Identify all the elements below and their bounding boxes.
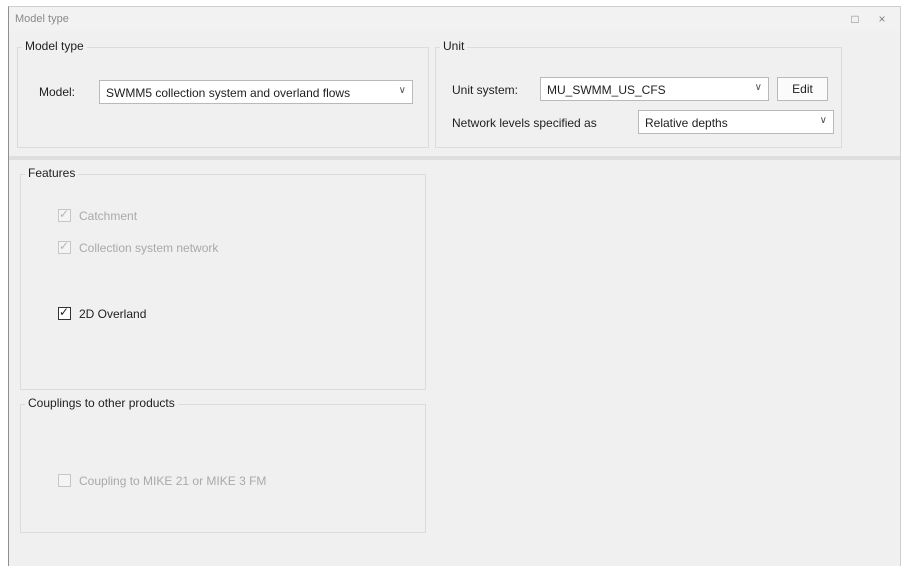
chevron-down-icon: ∨ bbox=[819, 115, 827, 126]
features-legend: Features bbox=[25, 166, 79, 180]
model-type-panel: Model type □ × Model type Model: SWMM5 c… bbox=[8, 6, 901, 566]
model-select[interactable]: SWMM5 collection system and overland flo… bbox=[99, 80, 413, 104]
2d-overland-label: 2D Overland bbox=[79, 307, 147, 321]
features-group: Features ✓ Catchment ✓ Collection system… bbox=[20, 166, 426, 390]
model-select-value: SWMM5 collection system and overland flo… bbox=[106, 86, 351, 100]
separator bbox=[9, 156, 900, 160]
checkmark-icon: ✓ bbox=[59, 239, 70, 253]
unit-group: Unit Unit system: MU_SWMM_US_CFS ∨ Edit … bbox=[435, 39, 842, 148]
coupling-mike-checkbox[interactable] bbox=[58, 474, 71, 487]
unit-system-value: MU_SWMM_US_CFS bbox=[547, 83, 666, 97]
catchment-label: Catchment bbox=[79, 209, 138, 223]
title-bar: Model type □ × bbox=[9, 7, 900, 31]
collection-system-network-checkbox[interactable]: ✓ bbox=[58, 239, 71, 254]
unit-legend: Unit bbox=[440, 39, 468, 53]
checkmark-icon: ✓ bbox=[59, 305, 70, 319]
couplings-group: Couplings to other products Coupling to … bbox=[20, 396, 426, 533]
2d-overland-checkbox[interactable]: ✓ bbox=[58, 305, 71, 320]
model-type-group: Model type Model: SWMM5 collection syste… bbox=[17, 39, 429, 148]
collection-system-network-label: Collection system network bbox=[79, 241, 219, 255]
couplings-legend: Couplings to other products bbox=[25, 396, 178, 410]
model-label: Model: bbox=[39, 85, 76, 99]
network-levels-select[interactable]: Relative depths ∨ bbox=[638, 110, 834, 134]
model-type-legend: Model type bbox=[22, 39, 87, 53]
unit-system-select[interactable]: MU_SWMM_US_CFS ∨ bbox=[540, 77, 769, 101]
network-levels-value: Relative depths bbox=[645, 116, 728, 130]
chevron-down-icon: ∨ bbox=[754, 82, 762, 93]
close-icon[interactable]: × bbox=[874, 11, 890, 27]
restore-icon[interactable]: □ bbox=[847, 11, 863, 27]
chevron-down-icon: ∨ bbox=[398, 85, 406, 96]
edit-button[interactable]: Edit bbox=[777, 77, 828, 101]
window-title: Model type bbox=[15, 13, 69, 25]
network-levels-label: Network levels specified as bbox=[452, 116, 597, 130]
catchment-checkbox[interactable]: ✓ bbox=[58, 207, 71, 222]
coupling-mike-label: Coupling to MIKE 21 or MIKE 3 FM bbox=[79, 474, 267, 488]
checkmark-icon: ✓ bbox=[59, 207, 70, 221]
unit-system-label: Unit system: bbox=[452, 83, 519, 97]
